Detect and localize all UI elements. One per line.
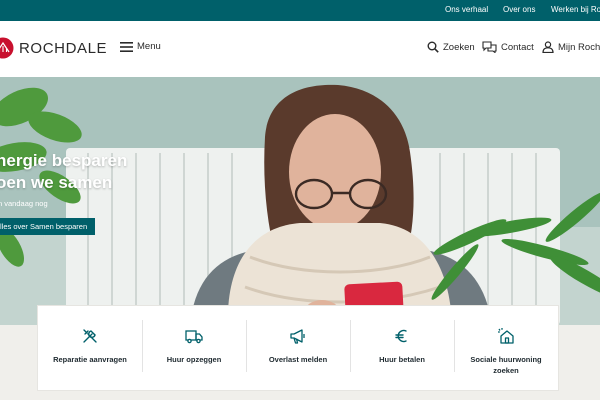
nav-search-label: Zoeken — [443, 41, 475, 53]
chat-icon — [482, 41, 497, 53]
menu-label: Menu — [137, 41, 161, 52]
house-search-icon — [498, 328, 514, 344]
hero-title-line1: nergie besparen — [0, 151, 128, 170]
menu-button[interactable]: Menu — [120, 41, 161, 52]
tile-label: Reparatie aanvragen — [53, 355, 127, 364]
tile-overlast[interactable]: Overlast melden — [246, 306, 350, 390]
tile-label: Huur opzeggen — [166, 355, 222, 364]
logo-text: ROCHDALE — [19, 39, 108, 57]
topbar-link-ons-verhaal[interactable]: Ons verhaal — [445, 5, 488, 14]
nav-my-account-label: Mijn Rochdale — [558, 41, 600, 53]
tile-label: Huur betalen — [379, 355, 425, 364]
hero-subtitle: n vandaag nog — [0, 199, 48, 208]
hero-title-line2: oen we samen — [0, 173, 113, 192]
topbar-link-werken-bij[interactable]: Werken bij Rochdale — [551, 5, 600, 14]
moving-truck-icon — [185, 330, 203, 344]
megaphone-icon — [290, 329, 305, 344]
nav-my-account[interactable]: Mijn Rochdale — [542, 41, 600, 53]
tile-sociale-huurwoning[interactable]: Sociale huurwoning zoeken — [454, 306, 558, 390]
tile-label: Overlast melden — [268, 355, 328, 364]
site-header: ROCHDALE Menu Zoeken Contact Mijn Rochda… — [0, 21, 600, 77]
logo-mark-icon — [0, 37, 14, 59]
tile-huur-betalen[interactable]: Huur betalen — [350, 306, 454, 390]
quick-actions: Reparatie aanvragen Huur opzeggen Overla… — [38, 306, 558, 390]
top-utility-bar: Ons verhaal Over ons Werken bij Rochdale — [0, 0, 600, 21]
tools-icon — [83, 329, 97, 343]
user-icon — [542, 41, 554, 53]
tile-huur-opzeggen[interactable]: Huur opzeggen — [142, 306, 246, 390]
nav-contact-label: Contact — [501, 41, 534, 53]
hero-banner: nergie besparen oen we samen n vandaag n… — [0, 77, 600, 325]
topbar-link-over-ons[interactable]: Over ons — [503, 5, 535, 14]
nav-contact[interactable]: Contact — [482, 41, 534, 53]
hamburger-icon — [120, 41, 133, 52]
hero-photo — [0, 77, 600, 325]
rochdale-logo[interactable]: ROCHDALE — [0, 36, 107, 60]
nav-search[interactable]: Zoeken — [427, 41, 475, 53]
hero-title: nergie besparen oen we samen — [0, 150, 127, 194]
search-icon — [427, 41, 439, 53]
hero-cta-button[interactable]: lles over Samen besparen — [0, 218, 96, 235]
tile-label: Sociale huurwoning zoeken — [470, 355, 542, 375]
euro-icon — [395, 329, 407, 343]
tile-reparatie[interactable]: Reparatie aanvragen — [38, 306, 142, 390]
